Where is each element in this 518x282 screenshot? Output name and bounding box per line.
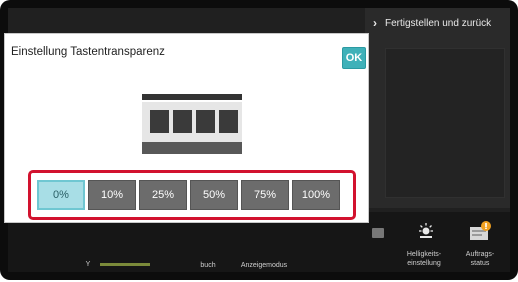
brightness-label: Helligkeits- einstellung	[406, 251, 442, 267]
brightness-icon	[419, 223, 433, 238]
job-status-icon	[470, 221, 491, 240]
job-status-label: Auftrags- status	[465, 251, 495, 267]
option-25-percent[interactable]: 25%	[139, 180, 187, 210]
finish-and-back-button[interactable]: › Fertigstellen und zurück	[365, 8, 510, 38]
preview-top-bar	[142, 94, 242, 100]
key-transparency-dialog: Einstellung Tastentransparenz OK 0% 10% …	[4, 33, 369, 223]
chevron-right-icon: ›	[373, 16, 377, 30]
ok-button[interactable]: OK	[342, 47, 366, 69]
preview-key	[150, 110, 169, 133]
screen: › Fertigstellen und zurück Y buch Anzeig…	[0, 0, 518, 282]
preview-key	[196, 110, 215, 133]
right-panel: › Fertigstellen und zurück	[365, 8, 510, 208]
preview-key-area	[142, 102, 242, 142]
screen-icon[interactable]	[372, 228, 384, 238]
buch-label: buch	[200, 262, 216, 269]
preview-bottom-bar	[142, 142, 242, 154]
dialog-title: Einstellung Tastentransparenz	[11, 46, 165, 58]
device-bezel: › Fertigstellen und zurück Y buch Anzeig…	[0, 0, 518, 280]
preview-key	[173, 110, 192, 133]
right-panel-content	[385, 48, 505, 198]
transparency-options-highlight: 0% 10% 25% 50% 75% 100%	[28, 170, 356, 220]
transparency-options: 0% 10% 25% 50% 75% 100%	[37, 180, 340, 210]
option-10-percent[interactable]: 10%	[88, 180, 136, 210]
option-100-percent[interactable]: 100%	[292, 180, 340, 210]
finish-and-back-label: Fertigstellen und zurück	[385, 17, 492, 29]
transparency-preview	[142, 94, 242, 156]
y-label: Y	[85, 261, 91, 268]
option-75-percent[interactable]: 75%	[241, 180, 289, 210]
anzeigemodus-button[interactable]: Anzeigemodus	[234, 261, 294, 270]
option-0-percent[interactable]: 0%	[37, 180, 85, 210]
preview-key	[219, 110, 238, 133]
option-50-percent[interactable]: 50%	[190, 180, 238, 210]
y-slider[interactable]	[100, 263, 150, 266]
